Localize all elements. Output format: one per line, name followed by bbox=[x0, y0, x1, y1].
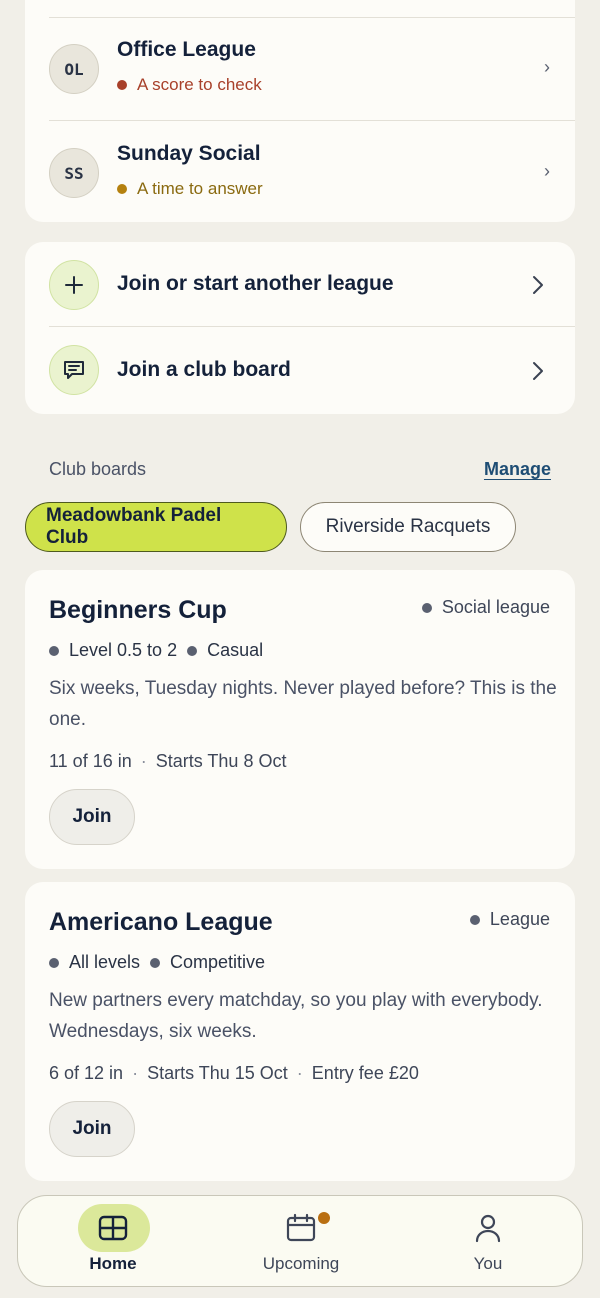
tag-text: All levels bbox=[69, 952, 141, 972]
grid-home-icon bbox=[98, 1215, 128, 1241]
league-row-office-league[interactable]: OL Office League A score to check › bbox=[25, 17, 575, 121]
listing-type-text: Social league bbox=[441, 597, 550, 617]
meta-item: 6 of 12 in bbox=[49, 1063, 124, 1083]
actions-card: Join or start another league Join a club… bbox=[25, 242, 575, 414]
chevron-right-icon bbox=[533, 362, 543, 380]
meta-item: Starts Thu 15 Oct bbox=[147, 1063, 288, 1083]
listing-description: Six weeks, Tuesday nights. Never played … bbox=[49, 678, 557, 730]
listing-tags: Level 0.5 to 2 Casual bbox=[49, 640, 273, 661]
tag-dot bbox=[49, 957, 59, 968]
listing-meta: 6 of 12 in · Starts Thu 15 Oct · Entry f… bbox=[49, 1063, 419, 1084]
league-status: A score to check bbox=[117, 75, 262, 95]
notification-badge bbox=[318, 1212, 330, 1224]
chip-riverside-racquets[interactable]: Riverside Racquets bbox=[300, 502, 516, 552]
section-title: Club boards bbox=[49, 459, 147, 479]
league-status-text: A time to answer bbox=[137, 179, 263, 198]
tag-dot bbox=[150, 957, 161, 968]
calendar-icon bbox=[286, 1213, 316, 1242]
meta-item: Starts Thu 8 Oct bbox=[155, 751, 287, 771]
tag: Casual bbox=[187, 640, 263, 661]
tag: Level 0.5 to 2 bbox=[49, 640, 177, 661]
meta-separator: · bbox=[296, 1063, 303, 1083]
status-dot bbox=[117, 184, 127, 194]
join-button[interactable]: Join bbox=[49, 789, 135, 845]
tab-upcoming[interactable]: Upcoming bbox=[231, 1196, 371, 1288]
meta-separator: · bbox=[132, 1063, 139, 1083]
my-leagues-card: OL Office League A score to check › SS S… bbox=[25, 0, 575, 222]
tag-text: Competitive bbox=[170, 952, 266, 972]
league-name: Office League bbox=[117, 38, 256, 61]
join-or-start-league-row[interactable]: Join or start another league bbox=[25, 242, 575, 327]
join-club-board-row[interactable]: Join a club board bbox=[25, 327, 575, 414]
tag-text: Casual bbox=[207, 640, 264, 660]
chevron-right-icon: › bbox=[544, 161, 550, 181]
listing-title: Beginners Cup bbox=[49, 596, 227, 624]
league-status-text: A score to check bbox=[137, 75, 262, 94]
league-avatar: SS bbox=[49, 148, 99, 198]
listing-type: League bbox=[469, 909, 550, 930]
type-dot bbox=[421, 602, 432, 613]
tab-label: Upcoming bbox=[262, 1254, 340, 1273]
tab-home[interactable]: Home bbox=[43, 1196, 183, 1288]
tab-label: You bbox=[473, 1254, 503, 1273]
type-dot bbox=[469, 914, 480, 925]
chevron-right-icon: › bbox=[544, 57, 550, 77]
listing-meta: 11 of 16 in · Starts Thu 8 Oct bbox=[49, 751, 286, 772]
chat-board-icon bbox=[49, 345, 99, 395]
person-icon bbox=[475, 1214, 501, 1243]
listing-type: Social league bbox=[421, 597, 550, 618]
tag-dot bbox=[187, 645, 198, 656]
tag: Competitive bbox=[150, 952, 265, 973]
tag-text: Level 0.5 to 2 bbox=[69, 640, 178, 660]
league-status: A time to answer bbox=[117, 179, 263, 199]
bottom-tab-bar: Home Upcoming You bbox=[17, 1195, 583, 1287]
meta-item: Entry fee £20 bbox=[311, 1063, 419, 1083]
league-listing-card: Americano League League All levels Compe… bbox=[25, 882, 575, 1181]
tag: All levels bbox=[49, 952, 140, 973]
league-listing-card: Beginners Cup Social league Level 0.5 to… bbox=[25, 570, 575, 869]
meta-item: 11 of 16 in bbox=[49, 751, 132, 771]
listing-title: Americano League bbox=[49, 908, 273, 936]
chip-meadowbank-padel-club[interactable]: Meadowbank Padel Club bbox=[25, 502, 287, 552]
tag-dot bbox=[49, 645, 59, 656]
listing-type-text: League bbox=[489, 909, 550, 929]
tab-label: Home bbox=[89, 1254, 137, 1273]
join-button[interactable]: Join bbox=[49, 1101, 135, 1157]
action-label: Join a club board bbox=[117, 358, 291, 381]
meta-separator: · bbox=[140, 751, 147, 771]
chevron-right-icon bbox=[533, 276, 543, 294]
status-dot bbox=[117, 80, 127, 90]
league-avatar: OL bbox=[49, 44, 99, 94]
manage-link[interactable]: Manage bbox=[484, 459, 551, 480]
action-label: Join or start another league bbox=[117, 272, 394, 295]
league-name: Sunday Social bbox=[117, 142, 261, 165]
tab-you[interactable]: You bbox=[418, 1196, 558, 1288]
plus-icon bbox=[49, 260, 99, 310]
home-screen: OL Office League A score to check › SS S… bbox=[0, 0, 600, 1298]
listing-description: New partners every matchday, so you play… bbox=[49, 990, 543, 1042]
league-row-sunday-social[interactable]: SS Sunday Social A time to answer › bbox=[25, 121, 575, 222]
listing-tags: All levels Competitive bbox=[49, 952, 275, 973]
